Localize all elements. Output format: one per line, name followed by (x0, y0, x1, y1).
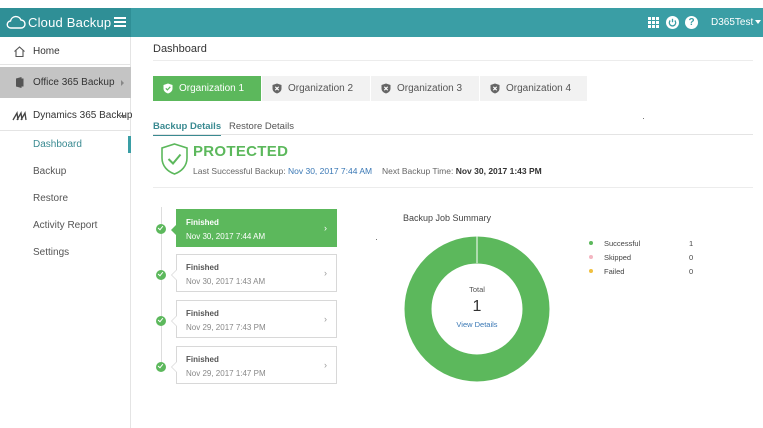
tab-organization-4[interactable]: Organization 4 (480, 76, 587, 101)
sidebar-subitem-settings[interactable]: Settings (33, 247, 69, 258)
last-backup-label: Last Successful Backup: (193, 166, 286, 176)
chevron-right-icon: › (324, 223, 327, 233)
legend-value: 0 (689, 267, 694, 276)
sidebar-subitem-activity-report[interactable]: Activity Report (33, 220, 97, 231)
shield-check-icon (161, 143, 188, 175)
job-status: Finished (186, 263, 219, 272)
sidebar-item-office-365-backup[interactable]: Office 365 Backup (0, 67, 131, 98)
menu-toggle-icon[interactable] (114, 15, 126, 29)
shield-check-icon (163, 83, 173, 94)
sidebar-subitem-backup[interactable]: Backup (33, 166, 66, 177)
chevron-down-icon[interactable] (755, 20, 761, 24)
user-menu[interactable]: D365Test (711, 17, 753, 28)
sidebar-item-label: Dynamics 365 Backup (33, 110, 133, 121)
legend-value: 1 (689, 239, 694, 248)
tab-organization-2[interactable]: Organization 2 (262, 76, 370, 101)
legend-swatch (589, 241, 593, 245)
job-date: Nov 29, 2017 7:43 PM (186, 323, 266, 332)
tab-label: Organization 1 (179, 83, 245, 94)
dynamics-icon (12, 111, 27, 121)
chevron-right-icon: › (324, 268, 327, 278)
tab-label: Organization 3 (397, 83, 463, 94)
legend-name: Skipped (604, 253, 632, 262)
protection-status: PROTECTED (193, 143, 289, 160)
tab-organization-3[interactable]: Organization 3 (371, 76, 479, 101)
job-status: Finished (186, 218, 219, 227)
sidebar-item-label: Office 365 Backup (33, 77, 115, 88)
brand-name: Cloud Backup (28, 15, 112, 30)
cloud-icon (6, 15, 26, 29)
job-status: Finished (186, 355, 219, 364)
sidebar-item-home[interactable]: Home (0, 37, 131, 65)
success-check-icon (156, 362, 166, 372)
job-status: Finished (186, 309, 219, 318)
view-details-link[interactable]: View Details (404, 320, 550, 329)
tab-restore-details[interactable]: Restore Details (229, 121, 294, 132)
divider (153, 134, 753, 135)
next-backup: Next Backup Time: Nov 30, 2017 1:43 PM (382, 166, 542, 176)
office-icon (16, 77, 24, 88)
job-card[interactable]: Finished Nov 30, 2017 1:43 AM › (171, 254, 337, 292)
donut-total-label: Total (469, 285, 485, 294)
power-icon[interactable] (666, 16, 679, 29)
tab-backup-details[interactable]: Backup Details (153, 121, 222, 136)
top-bar: Cloud Backup ? D365Test (0, 8, 763, 37)
job-date: Nov 29, 2017 1:47 PM (186, 369, 266, 378)
sidebar: Home Office 365 Backup Dynamics 365 Back… (0, 37, 133, 428)
job-card[interactable]: Finished Nov 29, 2017 1:47 PM › (171, 346, 337, 384)
summary-title: Backup Job Summary (403, 213, 492, 223)
success-check-icon (156, 270, 166, 280)
apps-grid-icon[interactable] (648, 17, 659, 28)
success-check-icon (156, 224, 166, 234)
job-date: Nov 30, 2017 1:43 AM (186, 277, 266, 286)
donut-total-value: 1 (472, 298, 482, 315)
next-backup-label: Next Backup Time: (382, 166, 454, 176)
shield-x-icon (381, 83, 391, 94)
legend-swatch (589, 269, 593, 273)
chevron-right-icon: › (324, 360, 327, 370)
app-window: Cloud Backup ? D365Test Home Office 365 … (0, 0, 763, 428)
speck (376, 239, 377, 240)
tab-label: Organization 4 (506, 83, 572, 94)
job-card[interactable]: Finished Nov 30, 2017 7:44 AM › (171, 209, 337, 247)
sidebar-subitem-restore[interactable]: Restore (33, 193, 68, 204)
home-icon (14, 46, 25, 58)
brand[interactable]: Cloud Backup (0, 8, 131, 37)
job-date: Nov 30, 2017 7:44 AM (186, 232, 266, 241)
speck (643, 118, 644, 119)
help-icon[interactable]: ? (685, 16, 698, 29)
chevron-down-icon (120, 115, 126, 118)
sidebar-item-dynamics-365-backup[interactable]: Dynamics 365 Backup (0, 101, 133, 131)
divider (153, 60, 753, 61)
main-content: Dashboard Organization 1 Organization 2 … (131, 37, 763, 428)
job-card[interactable]: Finished Nov 29, 2017 7:43 PM › (171, 300, 337, 338)
legend-name: Successful (604, 239, 641, 248)
shield-x-icon (490, 83, 500, 94)
sidebar-item-label: Home (33, 46, 60, 57)
success-check-icon (156, 316, 166, 326)
last-backup-link[interactable]: Nov 30, 2017 7:44 AM (288, 166, 372, 176)
next-backup-value: Nov 30, 2017 1:43 PM (455, 166, 542, 176)
page-title: Dashboard (153, 43, 207, 55)
divider (153, 187, 753, 188)
tab-organization-1[interactable]: Organization 1 (153, 76, 261, 101)
legend-swatch (589, 255, 593, 259)
sidebar-subitem-dashboard[interactable]: Dashboard (33, 139, 82, 150)
tab-label: Organization 2 (288, 83, 354, 94)
chevron-right-icon (121, 80, 124, 86)
chevron-right-icon: › (324, 314, 327, 324)
shield-x-icon (272, 83, 282, 94)
legend-value: 0 (689, 253, 694, 262)
legend-name: Failed (604, 267, 625, 276)
last-backup: Last Successful Backup: Nov 30, 2017 7:4… (193, 166, 372, 176)
